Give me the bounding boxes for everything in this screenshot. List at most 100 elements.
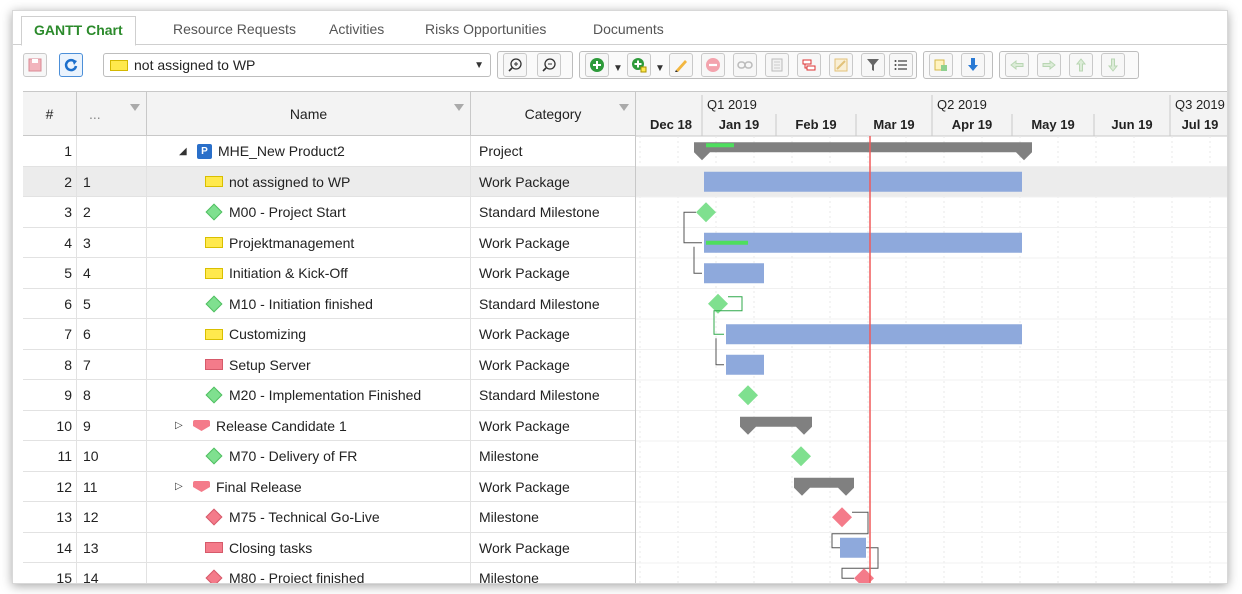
row-name[interactable]: M80 - Project finished [147, 563, 471, 583]
col-header-name[interactable]: Name [147, 92, 471, 136]
expand-toggle-icon[interactable]: ▷ [175, 420, 189, 431]
add-dropdown-caret[interactable]: ▼ [611, 57, 625, 81]
arrow-down-icon[interactable] [1101, 53, 1125, 77]
table-row[interactable]: 6 5 M10 - Initiation finished Standard Mile… [23, 288, 635, 319]
filter-icon[interactable] [454, 104, 464, 111]
row-wbs: 13 [77, 532, 147, 563]
tab-risks-opportunities[interactable]: Risks Opportunities [413, 19, 558, 46]
row-category-text: Standard Milestone [479, 204, 600, 220]
tab-bar: GANTT Chart Resource Requests Activities… [13, 11, 1227, 46]
split-icon[interactable] [797, 53, 821, 77]
row-number: 9 [23, 380, 77, 410]
row-wbs-text: 8 [83, 387, 91, 403]
col-header-wbs-label: ... [89, 106, 101, 122]
add-icon[interactable] [585, 53, 609, 77]
notes-icon[interactable] [765, 53, 789, 77]
milestone-m70 [791, 446, 811, 467]
table-row[interactable]: 3 2 M00 - Project Start Standard Milestone [23, 197, 635, 228]
expand-toggle-icon[interactable]: ▷ [175, 481, 189, 492]
refresh-icon[interactable] [59, 53, 83, 77]
row-category: Work Package [471, 350, 635, 380]
tab-documents[interactable]: Documents [581, 19, 676, 46]
task-bar-initiation [704, 263, 764, 284]
table-row[interactable]: 5 4 Initiation & Kick-Off Work Package [23, 258, 635, 289]
table-row[interactable]: 13 12 M75 - Technical Go-Live Milestone [23, 502, 635, 533]
row-wbs: 8 [77, 380, 147, 410]
filter-icon[interactable] [619, 104, 629, 111]
row-name[interactable]: ▷ Final Release [147, 471, 471, 502]
arrow-up-icon[interactable] [1069, 53, 1093, 77]
table-row[interactable]: 7 6 Customizing Work Package [23, 319, 635, 350]
quarter-label: Q2 2019 [937, 97, 987, 112]
edit-pencil-icon[interactable] [669, 53, 693, 77]
row-number-text: 5 [64, 265, 72, 281]
col-header-wbs[interactable]: ... [77, 92, 147, 136]
month-label: Mar 19 [873, 117, 914, 132]
row-number-text: 15 [56, 570, 72, 584]
list-icon[interactable] [889, 53, 913, 77]
col-header-num[interactable]: # [23, 92, 77, 136]
work-package-red-icon [205, 542, 223, 553]
table-row[interactable]: 8 7 Setup Server Work Package [23, 349, 635, 380]
gantt-chart-area: Q1 2019 Q2 2019 Q3 2019 Dec 18 Jan 19 Feb 19 M… [635, 91, 1227, 583]
arrow-left-icon[interactable] [1005, 53, 1029, 77]
row-category: Work Package [471, 319, 635, 349]
table-row[interactable]: 4 3 Projektmanagement Work Package [23, 227, 635, 258]
table-row[interactable]: 9 8 M20 - Implementation Finished Standard … [23, 380, 635, 411]
download-icon[interactable] [961, 53, 985, 77]
row-name[interactable]: ▷ Release Candidate 1 [147, 410, 471, 441]
row-name[interactable]: Initiation & Kick-Off [147, 258, 471, 288]
assign-icon[interactable] [929, 53, 953, 77]
row-category-text: Milestone [479, 448, 539, 464]
arrow-right-icon[interactable] [1037, 53, 1061, 77]
row-number-text: 11 [57, 448, 72, 464]
row-name[interactable]: not assigned to WP [147, 166, 471, 197]
row-category: Milestone [471, 563, 635, 583]
chevron-down-icon: ▼ [474, 60, 484, 71]
row-name[interactable]: M00 - Project Start [147, 197, 471, 227]
link-icon[interactable] [733, 53, 757, 77]
filter-icon[interactable] [861, 53, 885, 77]
row-wbs: 11 [77, 471, 147, 502]
row-wbs: 12 [77, 502, 147, 532]
tab-activities[interactable]: Activities [317, 19, 396, 46]
row-name[interactable]: Setup Server [147, 349, 471, 380]
table-row[interactable]: 11 10 M70 - Delivery of FR Milestone [23, 441, 635, 472]
row-number: 13 [23, 502, 77, 532]
table-row[interactable]: 1 ◢ P MHE_New Product2 Project [23, 136, 635, 167]
row-name[interactable]: M10 - Initiation finished [147, 288, 471, 319]
row-name[interactable]: M75 - Technical Go-Live [147, 502, 471, 532]
work-package-filter-select[interactable]: not assigned to WP ▼ [103, 53, 491, 77]
row-name-text: M00 - Project Start [229, 204, 346, 220]
table-row[interactable]: 12 11 ▷ Final Release Work Package [23, 471, 635, 502]
row-name[interactable]: Projektmanagement [147, 227, 471, 258]
row-number-text: 14 [56, 539, 72, 556]
add-child-icon[interactable] [627, 53, 651, 77]
row-name[interactable]: ◢ P MHE_New Product2 [147, 136, 471, 166]
delete-icon[interactable] [701, 53, 725, 77]
table-row[interactable]: 2 1 not assigned to WP Work Package [23, 166, 635, 197]
work-package-icon [205, 328, 223, 340]
table-row[interactable]: 15 14 M80 - Project finished Milestone [23, 563, 635, 584]
save-icon[interactable] [23, 53, 47, 77]
row-number: 15 [23, 563, 77, 584]
tab-gantt-chart[interactable]: GANTT Chart [21, 16, 136, 46]
filter-icon[interactable] [130, 104, 140, 111]
add-child-dropdown-caret[interactable]: ▼ [653, 57, 667, 81]
row-category-text: Work Package [479, 234, 570, 251]
row-wbs: 1 [77, 166, 147, 197]
row-name[interactable]: M20 - Implementation Finished [147, 380, 471, 410]
row-name[interactable]: Customizing [147, 319, 471, 349]
row-name[interactable]: M70 - Delivery of FR [147, 441, 471, 471]
col-header-category[interactable]: Category [471, 92, 635, 136]
table-row[interactable]: 10 9 ▷ Release Candidate 1 Work Package [23, 410, 635, 441]
collapse-toggle-icon[interactable]: ◢ [179, 146, 193, 157]
zoom-out-icon[interactable] [537, 53, 561, 77]
zoom-in-icon[interactable] [503, 53, 527, 77]
table-row[interactable]: 14 13 Closing tasks Work Package [23, 532, 635, 563]
tab-resource-requests[interactable]: Resource Requests [161, 19, 308, 46]
row-name-text: M10 - Initiation finished [229, 295, 373, 312]
row-number-text: 7 [64, 326, 72, 342]
baseline-icon[interactable] [829, 53, 853, 77]
row-name[interactable]: Closing tasks [147, 532, 471, 563]
